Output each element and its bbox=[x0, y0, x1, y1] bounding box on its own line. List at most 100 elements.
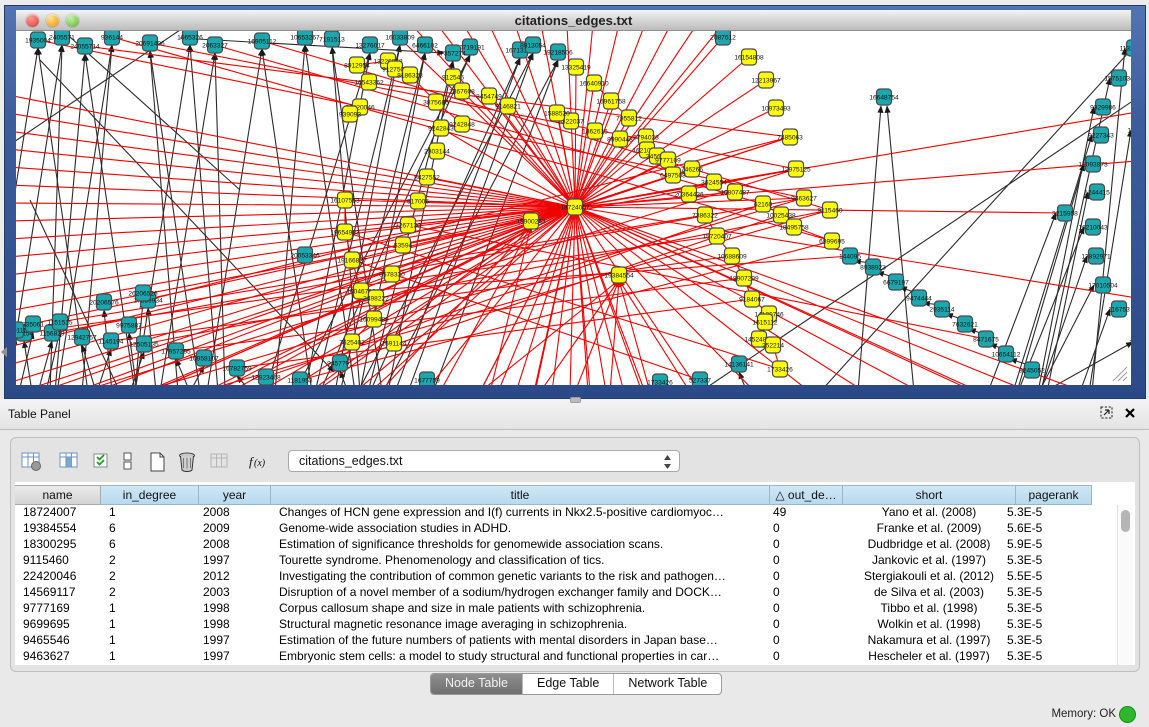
svg-text:2935114: 2935114 bbox=[929, 307, 955, 314]
svg-text:9329986: 9329986 bbox=[1090, 105, 1116, 112]
svg-text:16905112: 16905112 bbox=[248, 39, 277, 46]
svg-text:18907299: 18907299 bbox=[729, 276, 759, 283]
svg-text:9474444: 9474444 bbox=[906, 296, 932, 303]
svg-text:20364436: 20364436 bbox=[674, 192, 704, 199]
svg-text:1615112: 1615112 bbox=[752, 320, 778, 327]
svg-text:16099489: 16099489 bbox=[359, 317, 389, 324]
svg-text:9457791: 9457791 bbox=[327, 361, 353, 368]
svg-text:3624554: 3624554 bbox=[701, 180, 727, 187]
svg-text:20691406: 20691406 bbox=[135, 41, 165, 48]
svg-text:16210043: 16210043 bbox=[1078, 225, 1108, 232]
svg-text:1181953: 1181953 bbox=[287, 378, 313, 385]
svg-text:1145194: 1145194 bbox=[98, 339, 124, 346]
svg-text:7357274: 7357274 bbox=[440, 51, 466, 58]
svg-text:19218506: 19218506 bbox=[543, 50, 573, 57]
svg-text:9777109: 9777109 bbox=[655, 158, 681, 165]
svg-text:6899695: 6899695 bbox=[819, 239, 845, 246]
svg-text:26206526: 26206526 bbox=[128, 291, 158, 298]
svg-text:20053346: 20053346 bbox=[290, 253, 320, 260]
svg-text:15751034: 15751034 bbox=[1104, 76, 1131, 83]
svg-text:3215958: 3215958 bbox=[1052, 211, 1078, 218]
svg-text:1733426: 1733426 bbox=[647, 380, 673, 386]
svg-text:12923468: 12923468 bbox=[251, 375, 281, 382]
svg-text:527337: 527337 bbox=[689, 378, 711, 385]
svg-text:9975887: 9975887 bbox=[116, 323, 142, 330]
svg-text:9115460: 9115460 bbox=[817, 208, 843, 215]
svg-text:8186323: 8186323 bbox=[397, 73, 423, 80]
svg-text:10688609: 10688609 bbox=[717, 254, 747, 261]
svg-text:24055714: 24055714 bbox=[70, 44, 100, 51]
svg-text:939093: 939093 bbox=[339, 112, 361, 119]
svg-text:936144: 936144 bbox=[101, 35, 123, 42]
svg-text:19384554: 19384554 bbox=[604, 273, 634, 280]
svg-text:20206576: 20206576 bbox=[89, 300, 119, 307]
svg-text:16782759: 16782759 bbox=[222, 366, 252, 373]
svg-text:16648754: 16648754 bbox=[869, 95, 899, 102]
svg-text:9146821: 9146821 bbox=[495, 104, 521, 111]
svg-text:1156829: 1156829 bbox=[39, 331, 65, 338]
svg-text:917006: 917006 bbox=[407, 199, 429, 206]
svg-text:9184067: 9184067 bbox=[739, 297, 765, 304]
svg-text:930111: 930111 bbox=[16, 328, 27, 335]
svg-text:12942757: 12942757 bbox=[67, 335, 97, 342]
svg-text:1244415: 1244415 bbox=[1084, 190, 1110, 197]
svg-text:18724007: 18724007 bbox=[560, 205, 590, 212]
svg-text:2803144: 2803144 bbox=[424, 149, 450, 156]
svg-text:(x): (x) bbox=[254, 458, 266, 469]
svg-text:13325419: 13325419 bbox=[561, 65, 591, 72]
svg-text:18495758: 18495758 bbox=[779, 225, 809, 232]
svg-text:8578330: 8578330 bbox=[379, 272, 405, 279]
svg-text:2367608: 2367608 bbox=[449, 89, 475, 96]
svg-text:13276017: 13276017 bbox=[355, 43, 385, 50]
svg-text:1132021: 1132021 bbox=[1127, 128, 1131, 135]
svg-text:7955812: 7955812 bbox=[616, 116, 642, 123]
svg-text:6497508: 6497508 bbox=[660, 173, 686, 180]
svg-text:6679197: 6679197 bbox=[883, 280, 909, 287]
svg-text:1935004: 1935004 bbox=[25, 38, 51, 45]
svg-text:6466102: 6466102 bbox=[412, 43, 438, 50]
svg-text:116753: 116753 bbox=[1108, 307, 1130, 314]
svg-text:11325286: 11325286 bbox=[1120, 46, 1131, 53]
svg-text:16107553: 16107553 bbox=[330, 198, 360, 205]
svg-text:8938923: 8938923 bbox=[860, 265, 886, 272]
svg-text:10654112: 10654112 bbox=[992, 352, 1021, 359]
svg-text:8454749: 8454749 bbox=[476, 94, 502, 101]
svg-text:1677759: 1677759 bbox=[414, 378, 440, 385]
svg-text:17957255: 17957255 bbox=[161, 349, 191, 356]
svg-text:8990448: 8990448 bbox=[607, 137, 633, 144]
svg-text:1065326: 1065326 bbox=[177, 35, 203, 42]
svg-text:1588520: 1588520 bbox=[544, 111, 570, 118]
svg-text:15720407: 15720407 bbox=[702, 234, 732, 241]
svg-text:13892971: 13892971 bbox=[1081, 254, 1111, 261]
svg-text:7632621: 7632621 bbox=[952, 322, 978, 329]
svg-text:9227343: 9227343 bbox=[1088, 133, 1114, 140]
svg-text:8471675: 8471675 bbox=[973, 337, 999, 344]
svg-text:16154808: 16154808 bbox=[734, 55, 764, 62]
svg-text:19654983: 19654983 bbox=[330, 230, 360, 237]
svg-text:10653267: 10653267 bbox=[290, 35, 320, 42]
svg-text:2063327: 2063327 bbox=[202, 43, 228, 50]
svg-text:16961758: 16961758 bbox=[596, 99, 626, 106]
svg-text:10958107: 10958107 bbox=[189, 356, 219, 363]
svg-text:3267130: 3267130 bbox=[395, 223, 421, 230]
svg-text:2087612: 2087612 bbox=[710, 35, 736, 42]
svg-text:252214: 252214 bbox=[762, 343, 784, 350]
svg-text:12093873: 12093873 bbox=[1078, 162, 1108, 169]
svg-text:16543362: 16543362 bbox=[354, 80, 384, 87]
svg-text:10807487: 10807487 bbox=[720, 190, 750, 197]
svg-text:8427552: 8427552 bbox=[414, 175, 440, 182]
svg-text:1270354: 1270354 bbox=[1129, 340, 1131, 347]
svg-text:9245052: 9245052 bbox=[1019, 368, 1045, 375]
svg-text:12213967: 12213967 bbox=[751, 78, 781, 85]
svg-text:7485063: 7485063 bbox=[777, 135, 803, 142]
svg-text:12505135: 12505135 bbox=[129, 342, 159, 349]
svg-text:12975125: 12975125 bbox=[781, 167, 811, 174]
svg-text:7386322: 7386322 bbox=[692, 213, 718, 220]
svg-text:9463627: 9463627 bbox=[791, 196, 817, 203]
svg-text:7625402: 7625402 bbox=[339, 340, 365, 347]
svg-text:1362615: 1362615 bbox=[582, 129, 608, 136]
svg-text:17010504: 17010504 bbox=[1088, 283, 1118, 290]
svg-text:8912954: 8912954 bbox=[344, 63, 370, 70]
svg-text:14136141: 14136141 bbox=[724, 362, 754, 369]
svg-text:15900243: 15900243 bbox=[516, 219, 546, 226]
